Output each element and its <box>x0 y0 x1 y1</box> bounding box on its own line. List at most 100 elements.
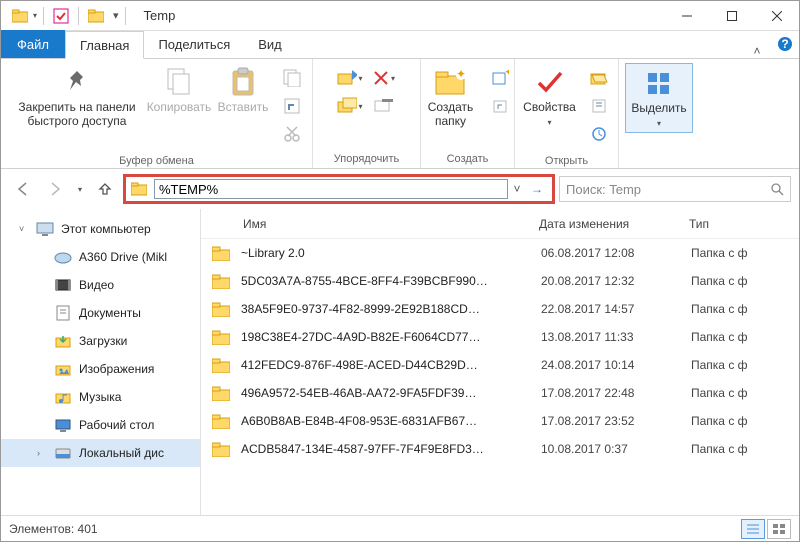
file-row[interactable]: 198C38E4-27DC-4A9D-B82E-F6064CD77…13.08.… <box>201 323 799 351</box>
address-dropdown-icon[interactable]: ˅ <box>508 182 526 196</box>
column-headers[interactable]: Имя Дата изменения Тип <box>201 209 799 239</box>
move-to-icon[interactable]: ▾ <box>337 65 363 91</box>
tree-item-icon <box>36 220 54 238</box>
file-row[interactable]: ACDB5847-134E-4587-97FF-7F4F9E8FD3…10.08… <box>201 435 799 463</box>
help-icon[interactable]: ? <box>771 30 799 58</box>
content-area: ˅Этот компьютерA360 Drive (Mikl Видео Доку… <box>1 209 799 515</box>
thumbnails-view-button[interactable] <box>767 519 791 539</box>
tree-item-label: Загрузки <box>79 334 127 348</box>
minimize-button[interactable] <box>664 1 709 31</box>
folder-icon <box>201 442 241 457</box>
history-icon[interactable] <box>586 121 612 147</box>
forward-button[interactable] <box>41 175 69 203</box>
copy-button[interactable]: Копировать <box>147 63 211 117</box>
address-input[interactable] <box>154 179 508 199</box>
home-tab[interactable]: Главная <box>65 31 144 59</box>
paste-button[interactable]: Вставить <box>211 63 275 117</box>
file-name: 198C38E4-27DC-4A9D-B82E-F6064CD77… <box>241 330 541 344</box>
organize-group-label: Упорядочить <box>313 151 420 168</box>
folder-icon <box>201 330 241 345</box>
tree-item[interactable]: Документы <box>1 299 200 327</box>
tree-item[interactable]: Загрузки <box>1 327 200 355</box>
qat-customize-icon[interactable]: ▾ <box>113 9 119 22</box>
tree-item[interactable]: Музыка <box>1 383 200 411</box>
tree-item[interactable]: ˅Этот компьютер <box>1 215 200 243</box>
chevron-right-icon[interactable]: ˅ <box>19 224 29 234</box>
column-date[interactable]: Дата изменения <box>539 217 689 231</box>
delete-icon[interactable]: ▾ <box>371 65 397 91</box>
file-date: 10.08.2017 0:37 <box>541 442 691 456</box>
chevron-right-icon[interactable]: › <box>37 448 47 458</box>
item-count-label: Элементов: <box>9 522 74 536</box>
file-type: Папка с ф <box>691 330 799 344</box>
file-tab[interactable]: Файл <box>1 30 65 58</box>
pin-quickaccess-button[interactable]: Закрепить на панели быстрого доступа <box>7 63 147 131</box>
search-input[interactable] <box>566 182 770 197</box>
ribbon: Закрепить на панели быстрого доступа Коп… <box>1 59 799 169</box>
share-tab[interactable]: Поделиться <box>144 30 244 58</box>
cut-icon[interactable] <box>279 121 305 147</box>
tree-item[interactable]: Видео <box>1 271 200 299</box>
folder-qat-icon[interactable] <box>85 5 107 27</box>
details-view-button[interactable] <box>741 519 765 539</box>
tree-item-label: Музыка <box>79 390 121 404</box>
status-bar: Элементов: 401 <box>1 515 799 541</box>
new-item-icon[interactable]: ✦ <box>487 65 513 91</box>
file-type: Папка с ф <box>691 358 799 372</box>
go-arrow-icon[interactable]: → <box>526 182 548 196</box>
file-row[interactable]: 412FEDC9-876F-498E-ACED-D44CB29D…24.08.2… <box>201 351 799 379</box>
file-row[interactable]: A6B0B8AB-E84B-4F08-953E-6831AFB67…17.08.… <box>201 407 799 435</box>
folder-icon <box>201 302 241 317</box>
new-folder-button[interactable]: ✦ Создать папку <box>419 63 483 131</box>
search-box[interactable] <box>559 176 791 202</box>
qat-dropdown-icon[interactable]: ▾ <box>33 11 37 20</box>
file-type: Папка с ф <box>691 302 799 316</box>
close-button[interactable] <box>754 1 799 31</box>
pin-icon <box>60 65 94 99</box>
copy-path-icon[interactable] <box>279 65 305 91</box>
window-title: Temp <box>130 8 664 23</box>
copy-to-icon[interactable]: ▾ <box>337 93 363 119</box>
checkmark-icon <box>533 65 567 99</box>
tree-item[interactable]: ›Локальный дис <box>1 439 200 467</box>
select-button[interactable]: Выделить ▾ <box>625 63 693 133</box>
clipboard-group-label: Буфер обмена <box>1 153 312 170</box>
tree-item-label: Рабочий стол <box>79 418 154 432</box>
column-type[interactable]: Тип <box>689 217 799 231</box>
tree-item-label: Видео <box>79 278 114 292</box>
edit-icon[interactable] <box>586 93 612 119</box>
properties-button[interactable]: Свойства ▾ <box>518 63 582 131</box>
file-name: ACDB5847-134E-4587-97FF-7F4F9E8FD3… <box>241 442 541 456</box>
column-name[interactable]: Имя <box>201 217 539 231</box>
tree-item-icon <box>54 276 72 294</box>
file-row[interactable]: ~Library 2.006.08.2017 12:08Папка с ф <box>201 239 799 267</box>
rename-icon[interactable] <box>371 93 397 119</box>
address-folder-icon <box>130 180 148 198</box>
back-button[interactable] <box>9 175 37 203</box>
navigation-tree[interactable]: ˅Этот компьютерA360 Drive (Mikl Видео Доку… <box>1 209 201 515</box>
file-date: 17.08.2017 23:52 <box>541 414 691 428</box>
tree-item[interactable]: A360 Drive (Mikl <box>1 243 200 271</box>
file-date: 20.08.2017 12:32 <box>541 274 691 288</box>
maximize-button[interactable] <box>709 1 754 31</box>
folder-icon <box>201 246 241 261</box>
file-row[interactable]: 496A9572-54EB-46AB-AA72-9FA5FDF39…17.08.… <box>201 379 799 407</box>
view-tab[interactable]: Вид <box>244 30 296 58</box>
collapse-ribbon-icon[interactable]: ˄ <box>743 44 771 58</box>
file-row[interactable]: 5DC03A7A-8755-4BCE-8FF4-F39BCBF990…20.08… <box>201 267 799 295</box>
file-row[interactable]: 38A5F9E0-9737-4F82-8999-2E92B188CD…22.08… <box>201 295 799 323</box>
open-icon[interactable] <box>586 65 612 91</box>
file-date: 24.08.2017 10:14 <box>541 358 691 372</box>
address-bar[interactable]: ˅ → <box>123 174 555 204</box>
recent-dropdown-icon[interactable]: ▾ <box>73 175 87 203</box>
tree-item[interactable]: Рабочий стол <box>1 411 200 439</box>
paste-shortcut-icon[interactable] <box>279 93 305 119</box>
properties-qat-icon[interactable] <box>50 5 72 27</box>
tree-item[interactable]: Изображения <box>1 355 200 383</box>
tree-item-icon <box>54 444 72 462</box>
file-date: 06.08.2017 12:08 <box>541 246 691 260</box>
up-button[interactable] <box>91 175 119 203</box>
open-group-label: Открыть <box>515 153 618 170</box>
search-icon[interactable] <box>770 182 784 196</box>
easy-access-icon[interactable] <box>487 93 513 119</box>
